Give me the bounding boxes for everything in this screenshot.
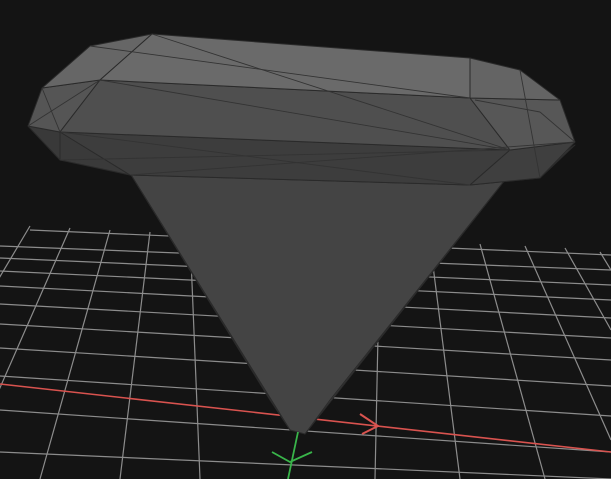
- pavilion-face: [127, 169, 506, 435]
- grid-line: [0, 451, 611, 479]
- 3d-viewport[interactable]: [0, 0, 611, 479]
- viewport-canvas[interactable]: [0, 0, 611, 479]
- grid-line: [0, 227, 71, 390]
- grid-line: [564, 247, 611, 331]
- y-axis-gizmo-icon[interactable]: [271, 431, 313, 479]
- crown-face: [469, 57, 561, 101]
